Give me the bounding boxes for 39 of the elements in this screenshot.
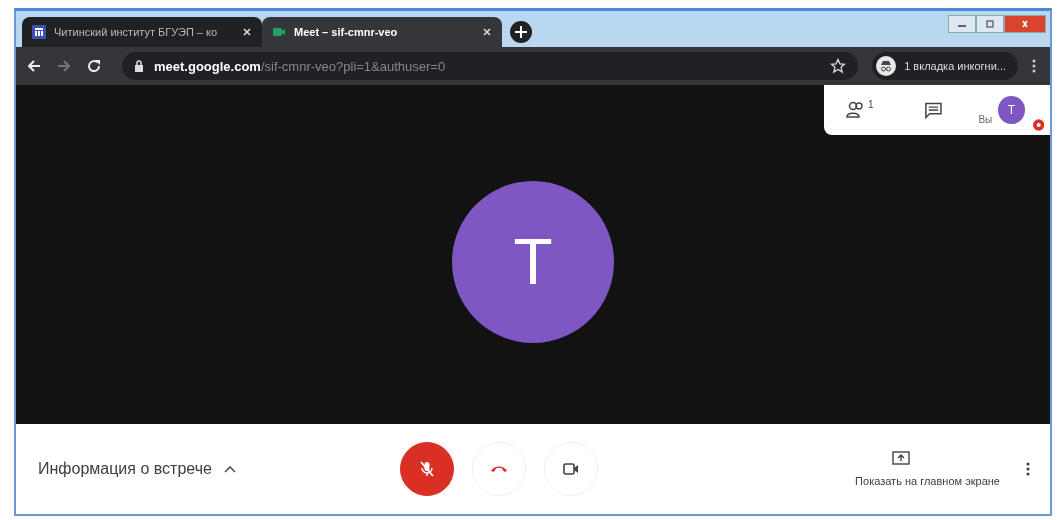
menu-icon[interactable] xyxy=(1032,58,1036,74)
participants-button[interactable]: 1 xyxy=(846,100,874,120)
self-label: Вы xyxy=(978,113,993,125)
incognito-icon xyxy=(876,56,897,76)
close-icon xyxy=(1019,20,1031,28)
browser-tab[interactable]: Читинский институт БГУЭП – ко xyxy=(22,17,262,47)
microphone-button[interactable] xyxy=(400,442,454,496)
present-screen-icon xyxy=(892,451,910,467)
alert-badge-icon xyxy=(1032,119,1044,131)
tab-title: Читинский институт БГУЭП – ко xyxy=(54,26,219,38)
participant-avatar: T xyxy=(452,180,614,343)
close-icon[interactable] xyxy=(482,27,492,37)
maximize-icon xyxy=(984,20,996,28)
self-avatar: T xyxy=(998,96,1025,124)
url-text: meet.google.com/sif-cmnr-veo?pli=1&authuser=0 xyxy=(154,58,447,74)
chevron-icon xyxy=(223,465,236,473)
close-button[interactable] xyxy=(1004,15,1046,33)
maximize-button[interactable] xyxy=(976,15,1004,33)
back-icon[interactable] xyxy=(26,58,42,74)
reload-icon[interactable] xyxy=(86,58,102,74)
chat-icon[interactable] xyxy=(923,101,943,119)
minimize-button[interactable] xyxy=(948,15,976,33)
incognito-profile-button[interactable]: 1 вкладка инкогни... xyxy=(872,52,1018,80)
camera-button[interactable] xyxy=(544,442,598,496)
star-icon[interactable] xyxy=(830,58,847,74)
meeting-info-button[interactable]: Информация о встрече xyxy=(38,460,372,478)
close-icon[interactable] xyxy=(242,27,252,37)
browser-tab[interactable]: Meet – sif-cmnr-veo xyxy=(262,17,502,47)
more-options-icon[interactable] xyxy=(1026,461,1030,477)
new-tab-icon[interactable] xyxy=(510,21,532,43)
forward-icon[interactable] xyxy=(56,58,72,74)
address-bar[interactable]: meet.google.com/sif-cmnr-veo?pli=1&authuser=0 xyxy=(122,52,859,80)
camera-logo-icon xyxy=(272,25,286,39)
tab-title: Meet – sif-cmnr-veo xyxy=(294,26,399,38)
present-button[interactable]: Показать на главном экране xyxy=(666,451,1000,487)
building-icon xyxy=(32,25,46,39)
lock-icon xyxy=(134,60,144,72)
microphone-icon xyxy=(417,459,437,479)
phone-icon xyxy=(491,466,507,472)
